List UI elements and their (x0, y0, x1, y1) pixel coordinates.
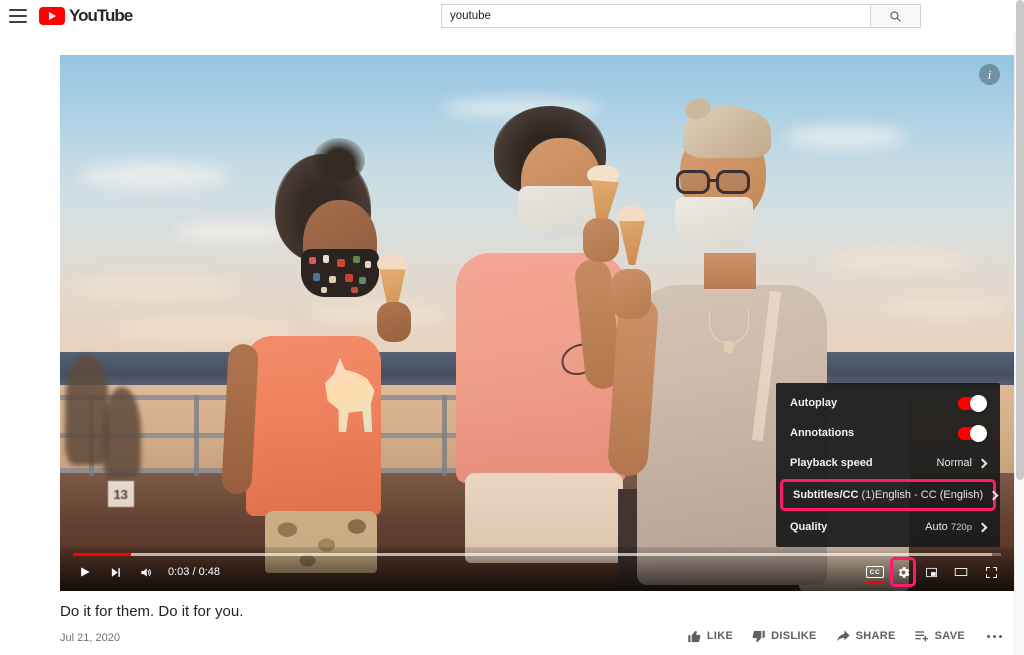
scrollbar-thumb[interactable] (1016, 0, 1024, 480)
more-options-icon[interactable] (983, 631, 1006, 642)
share-button[interactable]: SHARE (835, 628, 896, 644)
subtitles-cc-value: English - CC (English) (875, 489, 983, 501)
girl-hand (377, 302, 411, 342)
settings-menu-panel[interactable]: Autoplay Annotations Playback speed Norm… (776, 383, 1000, 547)
theater-mode-button[interactable] (946, 557, 976, 587)
necklace (709, 310, 749, 344)
video-actions-bar: LIKE DISLIKE SHARE SAVE (687, 628, 1006, 644)
hamburger-menu-icon[interactable] (9, 9, 27, 23)
youtube-play-icon (39, 7, 65, 25)
next-video-button[interactable] (100, 557, 130, 587)
thumbs-down-icon (751, 629, 766, 644)
playback-speed-value: Normal (937, 457, 972, 469)
next-video-icon (109, 566, 122, 579)
dislike-button[interactable]: DISLIKE (751, 629, 817, 644)
closed-captions-icon: CC (866, 566, 884, 578)
railing-post (194, 395, 199, 475)
quality-value: Auto 720p (925, 521, 972, 533)
fullscreen-button[interactable] (976, 557, 1006, 587)
masthead: YouTube (0, 0, 1016, 32)
annotations-toggle[interactable] (958, 427, 986, 440)
captions-button[interactable]: CC (860, 557, 890, 587)
theater-mode-icon (953, 564, 969, 580)
progress-played (73, 553, 131, 556)
woman-right-neck (704, 253, 756, 289)
captions-active-underline (866, 581, 884, 583)
settings-label-playback-speed: Playback speed (790, 457, 873, 469)
share-arrow-icon (835, 628, 851, 644)
search-input[interactable] (441, 4, 871, 28)
volume-icon (138, 565, 153, 580)
chevron-right-icon (989, 490, 999, 500)
search-box (441, 4, 921, 28)
woman-right-face-mask (675, 197, 753, 249)
player-controls-bar: 0:03 / 0:48 CC (60, 547, 1014, 591)
play-button[interactable] (70, 557, 100, 587)
controls-right-group: CC (860, 557, 1006, 587)
progress-buffer (73, 553, 992, 556)
page-scrollbar[interactable] (1014, 0, 1024, 655)
thumbs-up-icon (687, 629, 702, 644)
settings-label-annotations: Annotations (790, 427, 854, 439)
settings-row-playback-speed[interactable]: Playback speed Normal (776, 448, 1000, 478)
girl-tshirt (246, 336, 381, 516)
cloud (823, 248, 973, 274)
settings-row-annotations[interactable]: Annotations (776, 418, 1000, 448)
settings-label-autoplay: Autoplay (790, 397, 837, 409)
youtube-logo-text: YouTube (69, 6, 132, 26)
progress-bar[interactable] (73, 553, 1001, 556)
controls-left-group: 0:03 / 0:48 (70, 557, 220, 587)
like-label: LIKE (707, 630, 733, 642)
save-button[interactable]: SAVE (914, 628, 965, 644)
gear-icon (896, 565, 911, 580)
settings-label-subtitles-cc: Subtitles/CC (1) (793, 489, 875, 501)
video-publish-date: Jul 21, 2020 (60, 632, 120, 644)
eyeglasses (676, 170, 760, 194)
save-label: SAVE (935, 630, 965, 642)
miniplayer-button[interactable] (916, 557, 946, 587)
video-title: Do it for them. Do it for you. (60, 603, 243, 620)
girl-hair-puff (313, 138, 365, 182)
save-playlist-icon (914, 628, 930, 644)
play-icon (78, 565, 92, 579)
search-icon (889, 10, 902, 23)
autoplay-toggle[interactable] (958, 397, 986, 410)
railing-post (442, 395, 447, 475)
share-label: SHARE (856, 630, 896, 642)
settings-label-quality: Quality (790, 521, 827, 533)
miniplayer-icon (924, 565, 939, 580)
info-icon[interactable]: i (979, 64, 1000, 85)
video-player[interactable]: 13 (60, 55, 1014, 591)
like-button[interactable]: LIKE (687, 629, 733, 644)
chevron-right-icon (978, 522, 988, 532)
girl-face-mask (301, 249, 379, 297)
time-display: 0:03 / 0:48 (168, 566, 220, 578)
woman-center-hand (583, 218, 619, 262)
dislike-label: DISLIKE (771, 630, 817, 642)
chevron-right-icon (978, 458, 988, 468)
background-person (103, 387, 141, 477)
settings-row-subtitles-cc[interactable]: Subtitles/CC (1) English - CC (English) (780, 479, 996, 511)
settings-row-quality[interactable]: Quality Auto 720p (776, 512, 1000, 542)
search-button[interactable] (871, 4, 921, 28)
fullscreen-icon (984, 565, 999, 580)
cloud (70, 275, 240, 301)
settings-row-autoplay[interactable]: Autoplay (776, 388, 1000, 418)
settings-button[interactable] (890, 557, 916, 587)
volume-button[interactable] (130, 557, 160, 587)
railing-sign: 13 (108, 481, 134, 507)
youtube-watch-page: YouTube (0, 0, 1024, 655)
woman-right-hand (611, 269, 651, 319)
cloud (785, 125, 905, 149)
youtube-logo[interactable]: YouTube (39, 6, 132, 26)
